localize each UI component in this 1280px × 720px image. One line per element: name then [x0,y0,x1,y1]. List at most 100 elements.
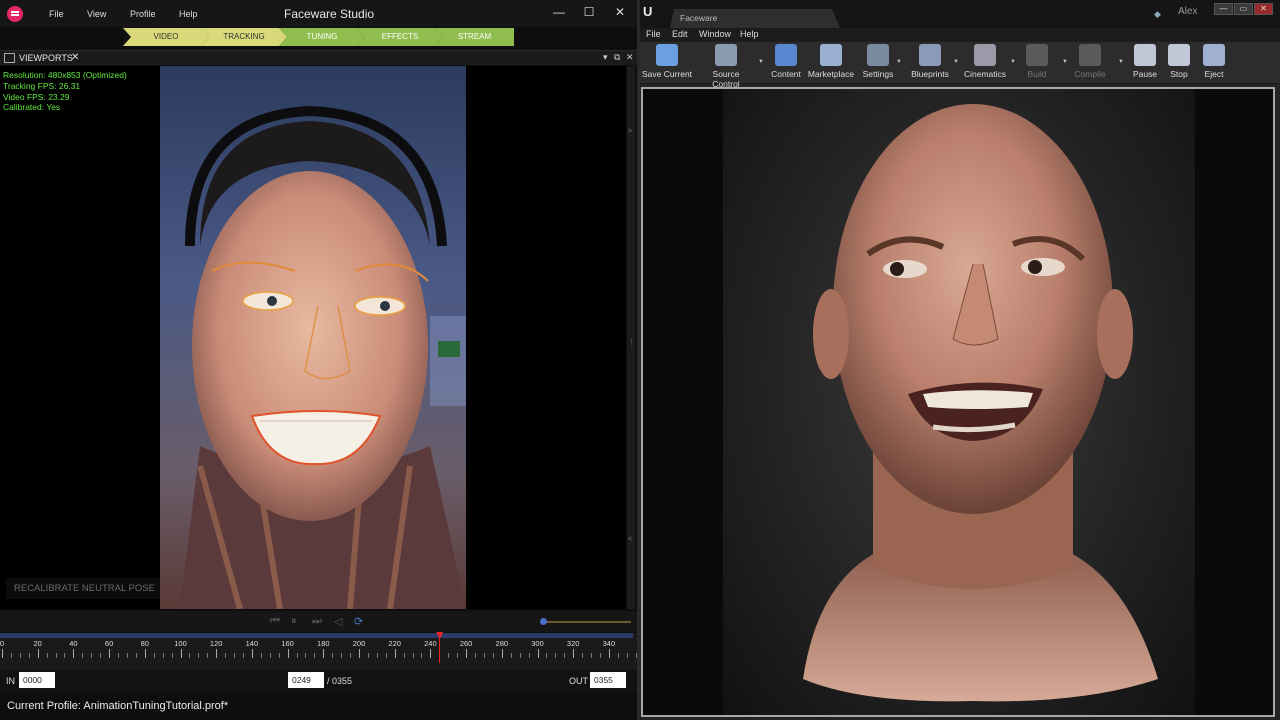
playback-speed-track[interactable] [546,621,631,623]
timeline-tick [126,653,128,658]
collapse-left-icon[interactable]: < [628,536,632,543]
toolbar-blueprints-button[interactable]: Blueprints [902,44,958,79]
ue-menu-help[interactable]: Help [740,29,759,39]
viewports-tab[interactable]: VIEWPORTS [19,53,73,63]
timeline-tick [546,653,548,658]
timeline-tick [180,649,182,658]
timeline-tick [617,653,619,658]
menu-file[interactable]: File [49,9,64,19]
toolbar-build-button[interactable]: Build [1009,44,1065,79]
ue-maximize-button[interactable]: ▭ [1234,3,1253,15]
toolbar-label: Cinematics [963,69,1007,79]
unreal-titlebar: U Faceware ◆ Alex — ▭ ✕ [640,0,1280,28]
ue-close-button[interactable]: ✕ [1254,3,1273,15]
step-tracking[interactable]: TRACKING [201,28,287,46]
timeline-tick [296,653,298,658]
toolbar-eject-button[interactable]: Eject [1186,44,1242,79]
in-frame-field[interactable]: 0000 [19,672,55,688]
current-profile: Current Profile: AnimationTuningTutorial… [7,700,229,712]
timeline-tick [171,653,173,658]
step-stream[interactable]: STREAM [435,28,514,46]
timeline-tick [269,653,271,658]
timeline-tick [626,653,628,658]
close-button[interactable]: ✕ [612,5,628,19]
timeline-tick-label: 340 [602,639,616,648]
ue-menu-edit[interactable]: Edit [672,29,688,39]
step-video[interactable]: VIDEO [123,28,209,46]
recalibrate-neutral-pose-button[interactable]: RECALIBRATE NEUTRAL POSE [6,578,160,599]
user-icon: ◆ [1154,9,1161,19]
total-frames: / 0355 [327,676,353,686]
menu-view[interactable]: View [87,9,106,19]
timeline-tick-label: 60 [104,639,114,648]
ue-minimize-button[interactable]: — [1214,3,1233,15]
toolbar-save-button[interactable]: Save Current [639,44,695,79]
timeline-tick-label: 200 [352,639,366,648]
playhead-line[interactable] [439,633,441,663]
step-effects[interactable]: EFFECTS [357,28,443,46]
toolbar-dropdown-icon[interactable]: ▼ [1118,59,1124,65]
float-panel-icon[interactable]: ⧉ [614,52,620,63]
ue-menu-file[interactable]: File [646,29,661,39]
faceware-titlebar: File View Profile Help Faceware Studio —… [0,0,637,27]
user-name[interactable]: Alex [1178,6,1197,17]
timeline-tick [260,653,262,658]
timeline-tick [2,649,3,658]
timeline-tick-label: 40 [69,639,78,648]
timeline-tick [144,649,146,658]
timeline-tick [367,653,369,658]
toolbar-source-control-button[interactable]: Source Control [698,44,754,89]
maximize-button[interactable]: ☐ [581,5,597,19]
timeline-tick [332,653,334,658]
toolbar-dropdown-icon[interactable]: ▼ [896,59,902,65]
timeline-tick-label: 0 [0,639,5,648]
playback-speed-knob[interactable] [540,618,547,625]
timeline-tick [28,653,30,658]
timeline-tick [555,653,557,658]
ue-menu-window[interactable]: Window [699,29,731,39]
timeline-tick [448,653,450,658]
drag-handle-icon[interactable]: ⋮ [628,338,635,346]
face-video-frame [180,105,466,609]
toolbar-compile-button[interactable]: Compile [1062,44,1118,79]
timeline-tick [457,653,459,658]
current-frame-field[interactable]: 0249 [288,672,324,688]
toolbar-dropdown-icon[interactable]: ▼ [1010,59,1016,65]
pause-icon[interactable]: ⏸ [291,615,297,628]
status-bar: Current Profile: AnimationTuningTutorial… [0,694,637,720]
dropdown-arrow-icon[interactable]: ▾ [603,52,608,63]
timeline-tick [118,653,120,658]
timeline-tick [323,649,325,658]
menu-help[interactable]: Help [179,9,198,19]
minimize-button[interactable]: — [551,5,567,19]
step-back-icon[interactable]: ◁ [334,615,342,628]
content-icon [775,44,797,66]
timeline-tick [162,653,164,658]
faceware-logo-icon [7,6,23,22]
collapse-right-icon[interactable]: > [628,128,632,135]
timeline-tick [19,653,21,658]
unreal-viewport[interactable] [641,87,1275,717]
step-tuning[interactable]: TUNING [279,28,365,46]
skip-start-icon[interactable]: ⏮ [270,615,280,628]
loop-icon[interactable]: ⟳ [354,615,363,628]
viewport-side-scrollbar[interactable]: > ⋮ < [627,66,635,609]
close-panel-icon[interactable]: ✕ [626,52,634,63]
source-control-icon [715,44,737,66]
timeline-range-bar[interactable] [0,633,633,638]
timeline-tick [135,653,137,658]
timeline[interactable]: 0 20 40 60 80 100 120 140 160 180 200 220 240 260 280 3… [0,632,637,670]
skip-end-icon[interactable]: ⏭ [312,615,322,628]
toolbar-label: Settings [862,69,894,79]
toolbar-dropdown-icon[interactable]: ▼ [1062,59,1068,65]
out-frame-field[interactable]: 0355 [590,672,626,688]
timeline-tick [198,653,200,658]
toolbar-dropdown-icon[interactable]: ▼ [758,59,764,65]
level-tab[interactable]: Faceware [670,9,840,28]
timeline-tick-label: 240 [424,639,437,648]
menu-profile[interactable]: Profile [130,9,156,19]
toolbar-label: Blueprints [911,69,949,79]
toolbar-cinematics-button[interactable]: Cinematics [957,44,1013,79]
toolbar-dropdown-icon[interactable]: ▼ [953,59,959,65]
close-tab-icon[interactable]: ✕ [71,52,79,63]
